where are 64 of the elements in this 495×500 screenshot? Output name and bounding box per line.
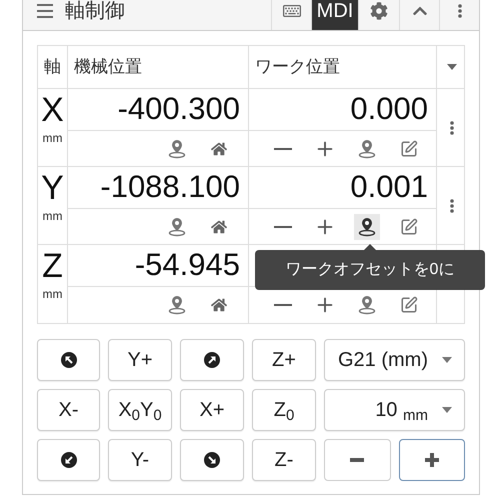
arrow-circle-icon (204, 352, 220, 368)
location-pin-icon (168, 295, 186, 315)
minus-icon (274, 304, 292, 306)
mdi-tab[interactable]: MDI (311, 0, 358, 30)
more-icon[interactable] (450, 120, 454, 134)
jog-button[interactable]: Z- (252, 439, 316, 481)
edit-icon (400, 296, 418, 314)
machine-position: -400.300 (68, 89, 248, 131)
caret-down-icon[interactable] (446, 64, 456, 70)
arrow-circle-icon (204, 452, 220, 468)
location-pin-icon (358, 216, 376, 236)
jog-button[interactable] (37, 439, 100, 481)
jog-button[interactable] (180, 339, 244, 381)
select-dropdown[interactable]: G21 (mm) (324, 339, 465, 381)
jog-button[interactable] (37, 339, 100, 381)
jog-button[interactable]: Y+ (108, 339, 172, 381)
work-position: 0.001 (350, 168, 428, 206)
jog-button[interactable]: X+ (180, 389, 244, 431)
tooltip: ワークオフセットを0に (255, 250, 485, 290)
home-icon (211, 140, 227, 156)
edit-icon (400, 140, 418, 158)
jog-button[interactable]: X$_{0}$Y$_{0}$ (108, 389, 172, 431)
work-position: 0.000 (350, 90, 428, 128)
jog-button[interactable] (180, 439, 244, 481)
machine-position: -1088.100 (68, 167, 248, 209)
edit-icon (400, 218, 418, 236)
column-header: ワーク位置 (249, 46, 437, 88)
machine-position: -54.945 (68, 245, 248, 287)
location-pin-icon (168, 216, 186, 236)
more-icon[interactable] (450, 198, 454, 212)
axis-unit: mm (42, 209, 62, 223)
jog-button[interactable]: X- (37, 389, 100, 431)
axis-label: Y (41, 168, 64, 209)
column-header: 軸 (38, 46, 68, 88)
location-pin-icon (168, 138, 186, 158)
jog-button[interactable]: Z+ (252, 339, 316, 381)
increase-button[interactable] (398, 439, 465, 481)
jog-button[interactable]: Y- (108, 439, 172, 481)
axis-unit: mm (42, 287, 62, 301)
minus-icon (274, 226, 292, 228)
home-icon (211, 297, 227, 313)
location-pin-icon (358, 295, 376, 315)
panel-title: 軸制御 (65, 0, 125, 24)
minus-icon (274, 148, 292, 150)
axis-label: Z (42, 246, 63, 287)
location-pin-button[interactable] (354, 214, 380, 240)
plus-icon (424, 453, 439, 467)
decrease-button[interactable] (324, 439, 390, 481)
column-header: 機械位置 (68, 46, 249, 88)
menu-icon[interactable] (37, 4, 53, 18)
home-icon (211, 218, 227, 234)
tooltip-pointer (363, 244, 377, 251)
axis-unit: mm (42, 131, 62, 145)
arrow-circle-icon (60, 452, 76, 468)
axis-label: X (41, 90, 64, 131)
caret-down-icon (442, 407, 452, 413)
location-pin-icon (358, 138, 376, 158)
jog-button[interactable]: Z$_{0}$ (252, 389, 316, 431)
minus-icon (350, 458, 364, 462)
settings-icon (370, 2, 388, 20)
caret-down-icon (442, 357, 452, 363)
select-dropdown[interactable]: 10 $_{mm}$ (324, 389, 465, 431)
arrow-circle-icon (60, 352, 76, 368)
more-icon (458, 4, 462, 18)
